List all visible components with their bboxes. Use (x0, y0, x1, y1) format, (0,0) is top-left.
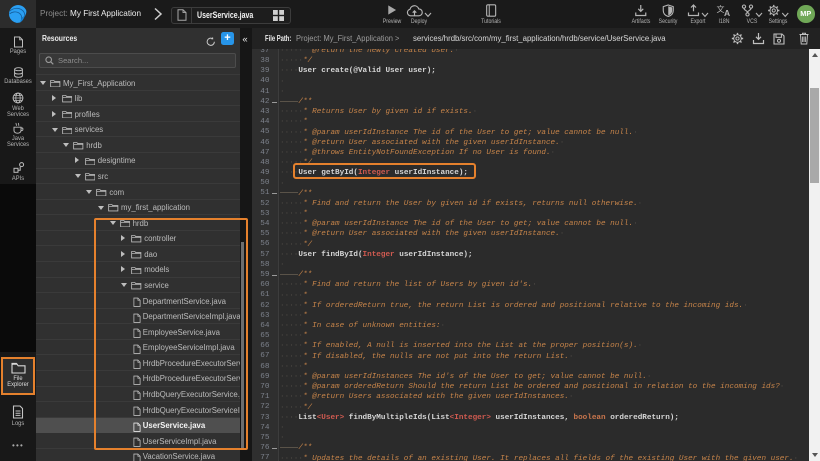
svg-text:A: A (724, 8, 730, 17)
